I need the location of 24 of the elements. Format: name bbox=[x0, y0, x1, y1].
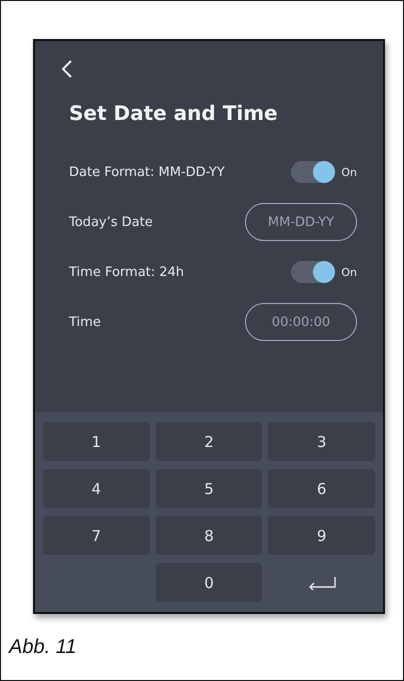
key-button[interactable]: 1 bbox=[43, 422, 150, 461]
key-button[interactable]: 0 bbox=[156, 563, 262, 602]
key-button[interactable]: 2 bbox=[156, 422, 262, 461]
figure-caption: Abb. 11 bbox=[9, 636, 78, 659]
key-button[interactable]: 8 bbox=[156, 516, 262, 555]
key-button[interactable]: 9 bbox=[268, 516, 375, 555]
key-button[interactable]: 3 bbox=[268, 422, 375, 461]
key-button[interactable]: 4 bbox=[43, 469, 150, 508]
enter-icon bbox=[306, 576, 337, 590]
back-icon[interactable] bbox=[61, 59, 73, 79]
setting-label: Time Format: 24h bbox=[69, 264, 184, 280]
setting-label: Time bbox=[69, 314, 101, 330]
key-button[interactable]: 7 bbox=[43, 516, 150, 555]
screen-title: Set Date and Time bbox=[69, 101, 279, 125]
toggle-switch[interactable] bbox=[291, 261, 336, 283]
input-field[interactable]: MM-DD-YY bbox=[245, 203, 357, 241]
toggle-state: On bbox=[341, 266, 357, 278]
setting-label: Today’s Date bbox=[69, 214, 153, 230]
toggle-switch[interactable] bbox=[291, 161, 336, 183]
key-button[interactable]: 5 bbox=[156, 469, 262, 508]
input-field[interactable]: 00:00:00 bbox=[245, 303, 357, 341]
toggle-state: On bbox=[341, 166, 357, 178]
setting-label: Date Format: MM-DD-YY bbox=[69, 164, 225, 180]
key-button[interactable]: 6 bbox=[268, 469, 375, 508]
